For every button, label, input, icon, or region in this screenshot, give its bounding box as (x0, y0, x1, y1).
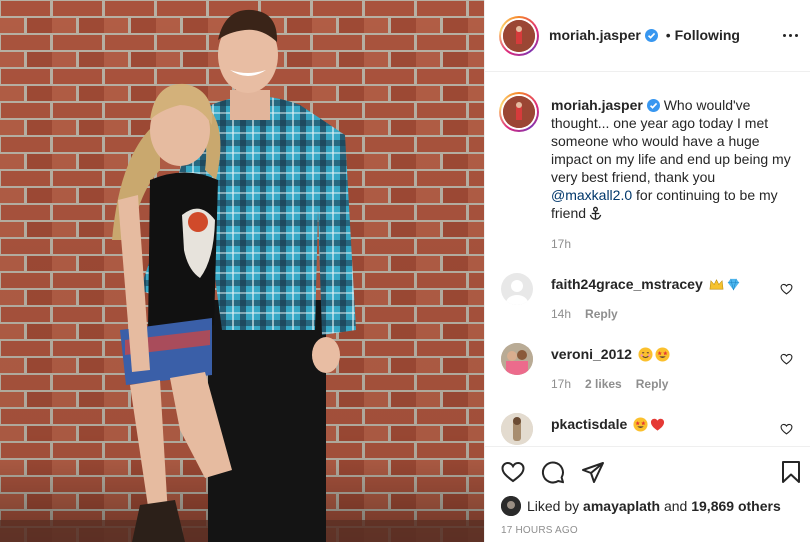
star-struck-icon (633, 417, 648, 432)
comments-section: moriah.jasper Who would've thought... on… (485, 72, 810, 446)
author-username[interactable]: moriah.jasper (549, 27, 641, 43)
avatar-image (503, 96, 535, 128)
comment-meta: 17h 2 likes Reply (551, 377, 682, 391)
comment-like-heart-icon[interactable] (780, 283, 793, 295)
comment-username[interactable]: pkactisdale (551, 416, 627, 432)
likes-others-link[interactable]: 19,869 others (691, 498, 781, 514)
post-actions: Liked by amayaplath and 19,869 others 17… (485, 446, 810, 542)
share-paper-plane-icon[interactable] (581, 460, 605, 484)
smiling-face-icon (638, 347, 653, 362)
like-heart-icon[interactable] (501, 460, 525, 484)
caption-avatar[interactable] (499, 92, 539, 132)
liked-by-prefix: Liked by (527, 498, 580, 514)
liker-avatar[interactable] (501, 496, 521, 516)
avatar-image (503, 20, 535, 52)
likes-summary: Liked by amayaplath and 19,869 others (501, 496, 781, 516)
caption-username[interactable]: moriah.jasper (551, 97, 643, 113)
comment-bubble-icon[interactable] (541, 460, 565, 484)
gem-icon (727, 278, 739, 291)
reply-button[interactable]: Reply (585, 307, 618, 321)
comment-body: faith24grace_mstracey (551, 276, 741, 292)
comment-like-heart-icon[interactable] (780, 353, 793, 365)
comment-avatar[interactable] (501, 343, 533, 375)
liker-username[interactable]: amayaplath (583, 498, 660, 514)
comment-body: veroni_2012 (551, 346, 670, 362)
more-options-icon[interactable] (783, 27, 801, 43)
photo-image (0, 0, 484, 542)
avatar-image (501, 496, 521, 516)
star-struck-icon (655, 347, 670, 362)
verified-badge-icon (644, 29, 658, 42)
comment-likes[interactable]: 2 likes (585, 377, 622, 391)
save-bookmark-icon[interactable] (779, 460, 803, 484)
comment-time[interactable]: 14h (551, 307, 571, 321)
post-timestamp[interactable]: 17 HOURS AGO (501, 525, 578, 536)
post-side-panel: moriah.jasper •Following moriah.jasper (484, 0, 810, 542)
likes-and: and (663, 498, 688, 514)
avatar-image (501, 413, 533, 445)
post-header: moriah.jasper • Following (485, 0, 810, 72)
verified-badge-icon (646, 99, 660, 112)
following-button[interactable]: Following (675, 27, 740, 43)
post-modal: moriah.jasper •Following moriah.jasper (0, 0, 810, 542)
post-photo[interactable] (0, 0, 484, 542)
comment-meta: 14h Reply (551, 307, 632, 321)
comment-username[interactable]: veroni_2012 (551, 346, 632, 362)
comment-avatar[interactable] (501, 413, 533, 445)
comment-like-heart-icon[interactable] (780, 423, 793, 435)
red-heart-icon (651, 418, 665, 431)
anchor-icon (589, 206, 602, 220)
separator-dot: • (665, 27, 671, 43)
comment-time[interactable]: 17h (551, 377, 571, 391)
default-avatar-icon (506, 280, 528, 305)
crown-icon (709, 279, 724, 290)
avatar-image (501, 343, 533, 375)
comment-body: pkactisdale (551, 416, 665, 432)
caption-time[interactable]: 17h (551, 237, 571, 251)
comment-username[interactable]: faith24grace_mstracey (551, 276, 703, 292)
header-user-line: moriah.jasper • Following (549, 27, 740, 43)
author-avatar[interactable] (499, 16, 539, 56)
reply-button[interactable]: Reply (636, 377, 669, 391)
comment-avatar[interactable] (501, 273, 533, 305)
caption: moriah.jasper Who would've thought... on… (551, 96, 795, 222)
caption-mention-link[interactable]: @maxkall2.0 (551, 187, 632, 203)
